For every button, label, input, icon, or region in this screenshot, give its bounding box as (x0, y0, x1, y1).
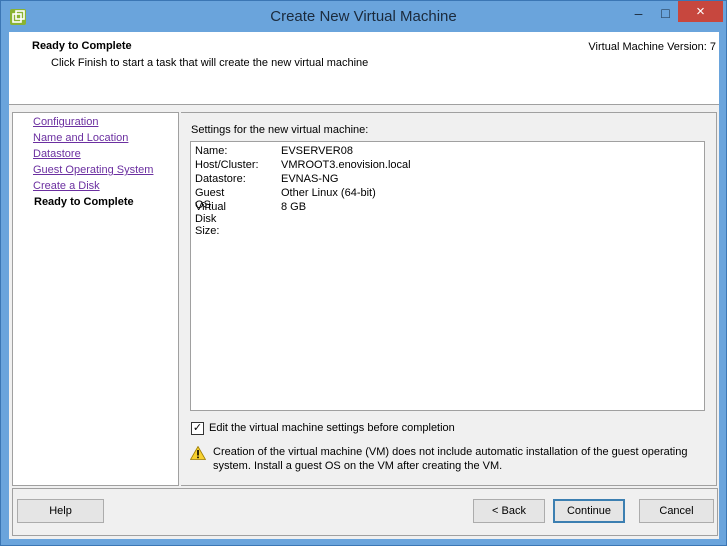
settings-label: Settings for the new virtual machine: (191, 124, 369, 136)
step-create-disk[interactable]: Create a Disk (33, 180, 100, 192)
button-bar: Help < Back Continue Cancel (12, 488, 718, 536)
step-guest-os[interactable]: Guest Operating System (33, 164, 153, 176)
settings-summary-box: Name: EVSERVER08 Host/Cluster: VMROOT3.e… (190, 141, 705, 411)
summary-key: Host/Cluster: (195, 159, 259, 171)
page-subtitle: Click Finish to start a task that will c… (51, 57, 369, 69)
dialog-window: Create New Virtual Machine – □ × Ready t… (0, 0, 727, 546)
summary-value: EVNAS-NG (281, 173, 339, 185)
minimize-button[interactable]: – (625, 3, 652, 23)
maximize-button[interactable]: □ (652, 3, 679, 23)
continue-button[interactable]: Continue (553, 499, 625, 523)
summary-value: Other Linux (64-bit) (281, 187, 376, 199)
summary-value: VMROOT3.enovision.local (281, 159, 411, 171)
window-title: Create New Virtual Machine (270, 8, 457, 25)
step-ready-to-complete: Ready to Complete (34, 196, 134, 208)
step-datastore[interactable]: Datastore (33, 148, 81, 160)
summary-key: Name: (195, 145, 228, 157)
wizard-steps-panel: Configuration Name and Location Datastor… (12, 112, 179, 486)
help-button[interactable]: Help (17, 499, 104, 523)
warning-message: Creation of the virtual machine (VM) doe… (213, 446, 688, 472)
warning-icon (190, 446, 206, 460)
wizard-header: Ready to Complete Click Finish to start … (9, 32, 719, 105)
summary-value: EVSERVER08 (281, 145, 353, 157)
cancel-button[interactable]: Cancel (639, 499, 714, 523)
summary-key: Datastore: (195, 173, 246, 185)
title-bar[interactable]: Create New Virtual Machine – □ × (1, 1, 726, 32)
summary-key: Virtual Disk Size: (195, 201, 226, 237)
close-button[interactable]: × (678, 1, 723, 22)
vm-version-label: Virtual Machine Version: 7 (588, 41, 716, 53)
edit-settings-checkbox[interactable]: ✓ (191, 422, 204, 435)
dialog-client: Ready to Complete Click Finish to start … (9, 32, 719, 539)
wizard-main-panel: Settings for the new virtual machine: Na… (181, 112, 717, 486)
summary-value: 8 GB (281, 201, 307, 213)
step-configuration[interactable]: Configuration (33, 116, 98, 128)
page-title: Ready to Complete (32, 40, 132, 52)
step-name-and-location[interactable]: Name and Location (33, 132, 128, 144)
back-button[interactable]: < Back (473, 499, 545, 523)
edit-settings-checkbox-label[interactable]: Edit the virtual machine settings before… (209, 422, 455, 434)
